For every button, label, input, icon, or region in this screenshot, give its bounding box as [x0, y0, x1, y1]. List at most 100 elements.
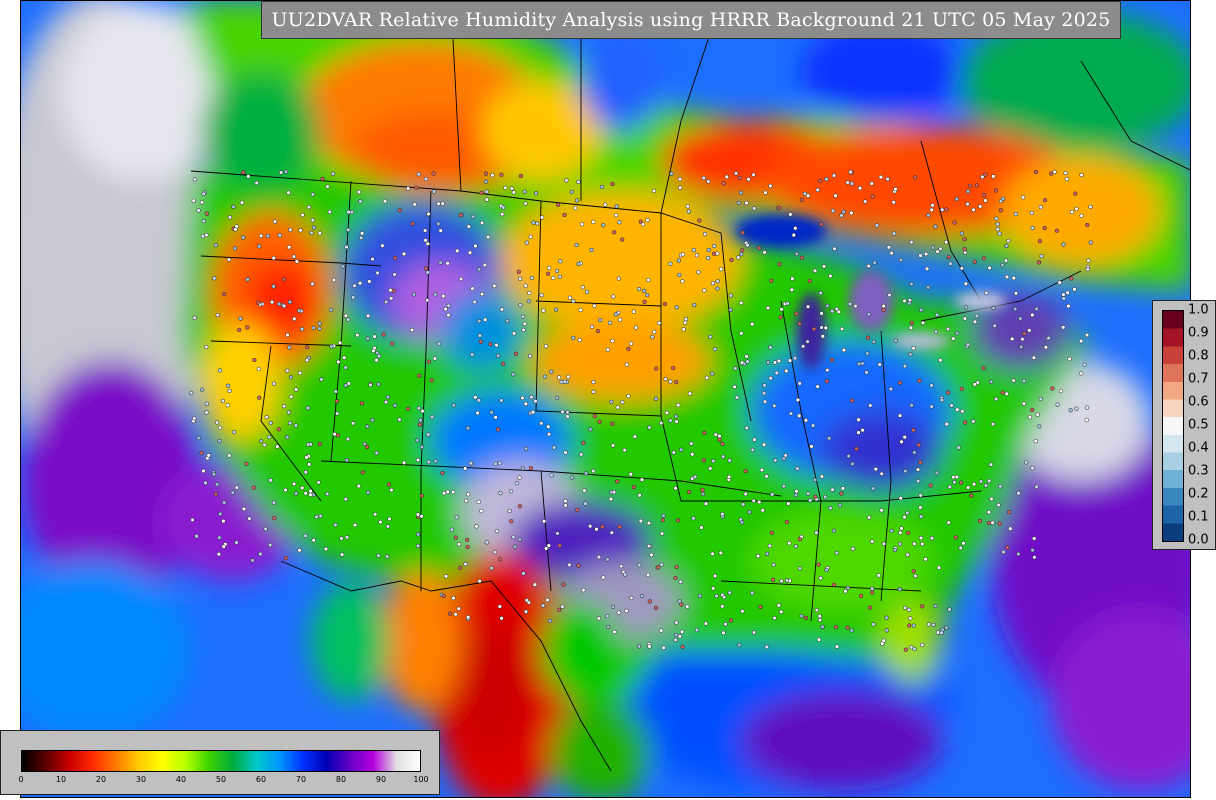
- station-dot: [727, 458, 732, 463]
- station-dot: [554, 395, 560, 401]
- station-dot: [908, 325, 914, 330]
- station-dot: [376, 382, 381, 387]
- station-dot: [1032, 536, 1037, 541]
- station-dot: [874, 223, 880, 228]
- station-dot: [777, 262, 782, 267]
- station-dot: [192, 416, 197, 421]
- station-dot: [671, 365, 676, 371]
- station-dot: [700, 491, 706, 497]
- station-dot: [787, 541, 792, 546]
- station-dot: [934, 312, 940, 318]
- station-dot: [571, 299, 576, 304]
- station-dot: [465, 426, 471, 431]
- station-dot: [797, 321, 802, 326]
- station-dot: [1034, 484, 1039, 489]
- station-dot: [204, 211, 210, 216]
- station-dot: [204, 232, 209, 238]
- station-dot: [769, 530, 774, 535]
- station-dot: [425, 270, 430, 275]
- station-dot: [454, 515, 459, 520]
- station-dot: [680, 644, 685, 650]
- station-dot: [194, 534, 199, 539]
- station-dot: [637, 493, 642, 498]
- station-dot: [375, 350, 380, 356]
- station-dot: [1004, 391, 1009, 396]
- station-dot: [611, 294, 616, 299]
- station-dot: [532, 582, 538, 587]
- station-dot: [311, 325, 316, 331]
- station-dot: [761, 442, 767, 447]
- station-dot: [717, 437, 722, 442]
- station-dot: [447, 611, 453, 616]
- station-dot: [769, 278, 774, 283]
- station-dot: [765, 360, 771, 365]
- station-dot: [828, 506, 833, 511]
- station-dot: [794, 489, 799, 494]
- station-dot: [245, 277, 250, 282]
- station-dot: [768, 183, 773, 189]
- station-dot: [609, 399, 614, 405]
- station-dot: [436, 201, 441, 206]
- station-dot: [1050, 386, 1055, 391]
- station-dot: [343, 365, 348, 370]
- station-dot: [206, 453, 211, 458]
- station-dot: [834, 644, 840, 649]
- station-dot: [494, 342, 499, 348]
- station-dot: [817, 614, 822, 619]
- station-dot: [729, 257, 734, 263]
- station-dot: [317, 321, 322, 326]
- station-dot: [652, 329, 657, 335]
- rh-tick-label: 40: [175, 775, 187, 784]
- station-dot: [317, 442, 323, 447]
- rh-tick-label: 80: [335, 775, 347, 784]
- station-dot: [639, 477, 645, 482]
- station-dot: [898, 530, 903, 535]
- station-dot: [839, 326, 845, 332]
- station-dot: [991, 305, 996, 311]
- station-dot: [673, 632, 679, 638]
- station-dot: [412, 202, 417, 207]
- station-dot: [451, 490, 456, 495]
- station-dot: [441, 293, 446, 299]
- station-dot: [1082, 362, 1087, 367]
- station-dot: [1016, 491, 1021, 496]
- station-dot: [463, 466, 468, 471]
- station-dot: [1042, 198, 1048, 203]
- station-dot: [857, 186, 863, 191]
- station-dot: [929, 536, 935, 541]
- station-dot: [453, 535, 458, 540]
- station-dot: [277, 233, 282, 238]
- station-dot: [215, 482, 220, 487]
- station-dot: [225, 403, 230, 408]
- station-dot: [264, 415, 269, 420]
- station-dot: [720, 511, 725, 517]
- station-dot: [647, 599, 652, 604]
- station-dot: [1069, 209, 1075, 215]
- station-dot: [405, 186, 411, 191]
- station-dot: [497, 557, 503, 562]
- station-dot: [784, 368, 789, 374]
- station-dot: [1006, 238, 1011, 243]
- station-dot: [849, 181, 855, 186]
- station-colorbar-legend: 1.0 0.9 0.8 0.7 0.6 0.5 0.4 0.3 0.2 0.1 0.0: [1152, 300, 1216, 550]
- station-dot: [592, 414, 597, 419]
- station-dot: [325, 184, 330, 189]
- station-dot: [455, 248, 460, 254]
- station-dot: [959, 386, 964, 392]
- station-dot: [1038, 396, 1043, 402]
- station-dot: [371, 348, 376, 353]
- station-dot: [631, 485, 637, 490]
- station-dot: [653, 605, 659, 611]
- station-dot: [699, 525, 704, 530]
- station-dot: [565, 410, 570, 415]
- station-dot: [359, 231, 365, 236]
- station-dot: [1078, 338, 1084, 344]
- station-tick-label: 0.9: [1188, 325, 1209, 341]
- station-dot: [283, 555, 289, 561]
- station-tick-label: 0.3: [1188, 463, 1209, 479]
- station-dot: [1084, 417, 1089, 423]
- station-dot: [899, 526, 904, 531]
- station-dot: [675, 518, 681, 523]
- station-dot: [1054, 228, 1060, 233]
- station-dot: [612, 629, 617, 635]
